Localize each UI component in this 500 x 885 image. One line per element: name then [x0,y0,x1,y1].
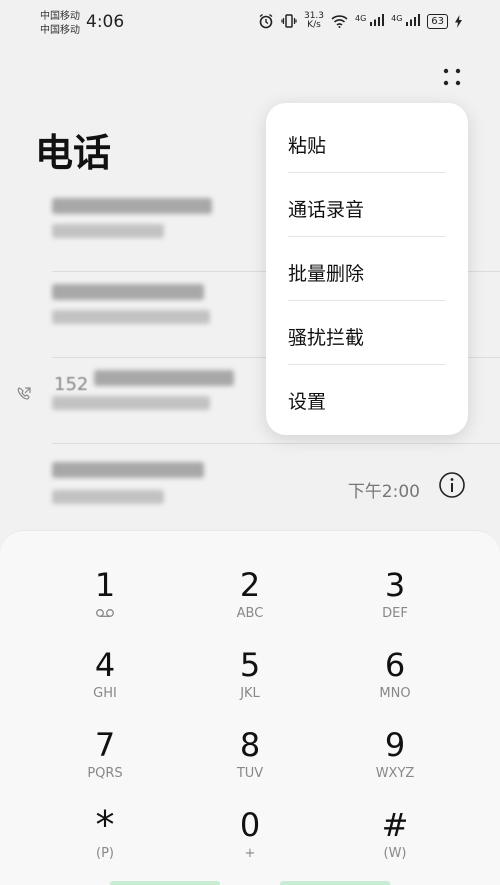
key-digit: 2 [239,566,261,604]
key-letters: TUV [236,766,264,781]
alarm-icon [259,13,273,29]
blurred-contact-detail [52,396,210,410]
carrier-labels: 中国移动 中国移动 [40,10,80,38]
key-letters: (W) [383,846,407,861]
key-letters: + [244,846,256,861]
call-log-time: 下午2:00 [347,482,420,502]
key-digit: * [95,803,115,847]
blurred-contact-detail [52,490,164,504]
key-letters: DEF [382,606,408,621]
key-letters: (P) [96,846,114,861]
blurred-contact-detail [52,224,164,238]
menu-item-settings[interactable]: 设置 [266,365,468,429]
dialpad: 1 2 ABC 3 DEF 4 GHI 5 JKL 6 MNO 7 PQRS 8… [0,530,500,885]
net-type-1: 4G [355,13,367,23]
call-log-number-prefix: 152 [54,374,89,395]
dialpad-key-3[interactable]: 3 DEF [335,567,455,637]
blurred-contact-name [94,370,234,386]
dialpad-key-7[interactable]: 7 PQRS [45,727,165,797]
call-log-item[interactable]: 下午2:00 [0,444,500,530]
menu-item-label: 批量删除 [288,263,365,285]
menu-item-label: 粘贴 [288,135,327,157]
more-dots-icon [443,68,461,86]
voicemail-icon [96,609,114,617]
dialpad-key-1[interactable]: 1 [45,567,165,637]
dialpad-key-hash[interactable]: # (W) [335,807,455,877]
carrier-1: 中国移动 [40,11,80,22]
net-type-2: 4G [391,13,403,23]
key-letters: GHI [93,686,117,701]
speed-unit: K/s [307,20,321,30]
key-letters: WXYZ [375,766,415,781]
overflow-menu: 粘贴 通话录音 批量删除 骚扰拦截 设置 [266,103,468,435]
dialpad-key-9[interactable]: 9 WXYZ [335,727,455,797]
page-title: 电话 [35,131,112,175]
call-forward-icon [17,387,31,400]
key-digit: 6 [384,646,406,684]
wifi-icon [331,15,348,28]
key-letters: ABC [236,606,264,621]
carrier-2: 中国移动 [40,25,80,36]
status-time: 4:06 [86,12,125,32]
more-options-button[interactable] [438,63,466,91]
menu-item-paste[interactable]: 粘贴 [266,109,468,173]
key-digit: 8 [239,726,261,764]
key-digit: 1 [94,566,116,604]
blurred-contact-name [52,462,204,478]
status-icons: 31.3 K/s 4G 4G 63 [258,12,462,30]
dialpad-key-8[interactable]: 8 TUV [190,727,310,797]
menu-item-call-recording[interactable]: 通话录音 [266,173,468,237]
key-letters: MNO [379,686,411,701]
charging-icon [455,14,462,28]
key-digit: # [381,806,409,844]
key-letters: PQRS [87,766,123,781]
battery-level: 63 [427,13,448,29]
status-bar: 中国移动 中国移动 4:06 31.3 K/s 4G 4G 63 [0,0,500,48]
menu-item-batch-delete[interactable]: 批量删除 [266,237,468,301]
signal-bars-icon [370,13,385,26]
blurred-contact-name [52,198,212,214]
blurred-contact-detail [52,310,210,324]
dialpad-key-5[interactable]: 5 JKL [190,647,310,717]
menu-item-harassment-block[interactable]: 骚扰拦截 [266,301,468,365]
key-digit: 0 [239,806,261,844]
info-icon [439,472,465,498]
network-speed: 31.3 K/s [304,12,324,30]
dialpad-key-6[interactable]: 6 MNO [335,647,455,717]
vibrate-icon [281,14,297,28]
menu-item-label: 设置 [288,391,327,413]
menu-item-label: 通话录音 [288,199,365,221]
dialpad-key-star[interactable]: * (P) [45,803,165,877]
key-digit: 9 [384,726,406,764]
key-digit: 7 [94,726,116,764]
dialpad-key-4[interactable]: 4 GHI [45,647,165,717]
bottom-action-hint [280,881,390,885]
dialpad-key-2[interactable]: 2 ABC [190,567,310,637]
bottom-action-hint [110,881,220,885]
key-digit: 5 [239,646,261,684]
signal-1: 4G [355,13,385,29]
menu-item-label: 骚扰拦截 [288,327,365,349]
signal-bars-icon [406,13,421,26]
key-digit: 3 [384,566,406,604]
dialpad-key-0[interactable]: 0 + [190,807,310,877]
key-letters: JKL [240,686,260,701]
blurred-contact-name [52,284,204,300]
key-digit: 4 [94,646,116,684]
call-info-button[interactable] [438,471,466,499]
signal-2: 4G [391,13,421,29]
